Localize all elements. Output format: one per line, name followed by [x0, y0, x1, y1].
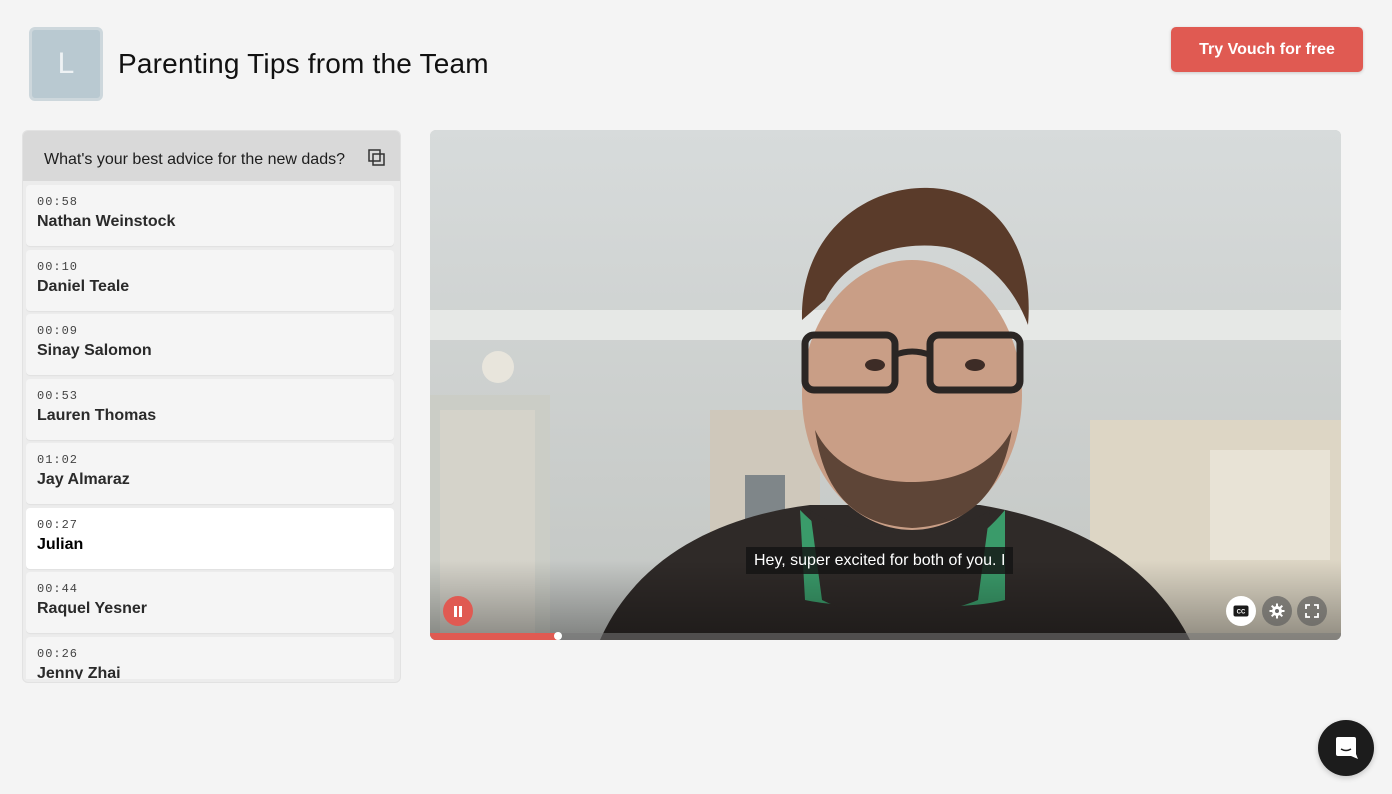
chat-icon	[1336, 737, 1358, 759]
list-item[interactable]: 00:44 Raquel Yesner	[26, 572, 394, 633]
item-name: Nathan Weinstock	[37, 213, 176, 230]
response-list-panel: What's your best advice for the new dads…	[22, 130, 401, 683]
item-duration: 00:53	[37, 388, 79, 403]
chat-launcher[interactable]	[1318, 720, 1374, 776]
subtitle-caption: Hey, super excited for both of you. I	[746, 547, 1014, 574]
list-item[interactable]: 00:53 Lauren Thomas	[26, 378, 394, 440]
settings-icon	[1269, 603, 1285, 619]
copy-icon[interactable]	[368, 149, 385, 166]
cc-icon: CC	[1233, 605, 1249, 617]
avatar: L	[29, 27, 103, 101]
list-item[interactable]: 01:02 Jay Almaraz	[26, 443, 394, 504]
question-text: What's your best advice for the new dads…	[44, 151, 345, 168]
question-header: What's your best advice for the new dads…	[23, 131, 400, 181]
item-name: Daniel Teale	[37, 277, 130, 295]
item-name: Jay Almaraz	[37, 471, 130, 488]
item-name: Julian	[37, 535, 84, 553]
pause-icon	[454, 605, 462, 617]
item-duration: 00:10	[37, 259, 79, 274]
item-name: Raquel Yesner	[37, 600, 147, 617]
progress-fill	[430, 633, 558, 640]
list-item[interactable]: 00:09 Sinay Salomon	[26, 314, 394, 375]
item-duration: 00:09	[37, 324, 79, 338]
list-item[interactable]: 00:26 Jenny Zhai	[26, 636, 394, 680]
progress-handle[interactable]	[553, 632, 562, 640]
item-name: Lauren Thomas	[37, 406, 157, 424]
item-duration: 00:44	[37, 582, 79, 596]
avatar-letter: L	[57, 47, 75, 80]
list-item-active[interactable]: 00:27 Julian	[26, 507, 394, 569]
fullscreen-button[interactable]	[1297, 596, 1327, 626]
try-vouch-button[interactable]: Try Vouch for free	[1171, 27, 1363, 72]
settings-button[interactable]	[1262, 596, 1292, 626]
item-duration: 01:02	[37, 453, 79, 467]
item-duration: 00:26	[37, 646, 79, 661]
item-duration: 00:27	[37, 517, 79, 532]
item-name: Sinay Salomon	[37, 342, 152, 359]
list-item[interactable]: 00:58 Nathan Weinstock	[26, 185, 394, 246]
response-list[interactable]: 00:58 Nathan Weinstock 00:10 Daniel Teal…	[26, 185, 394, 679]
item-duration: 00:58	[37, 195, 79, 209]
pause-button[interactable]	[443, 596, 473, 626]
fullscreen-icon	[1305, 604, 1319, 618]
list-item[interactable]: 00:10 Daniel Teale	[26, 249, 394, 311]
page-title: Parenting Tips from the Team	[118, 48, 489, 79]
progress-bar[interactable]	[430, 632, 1341, 640]
cc-label: CC	[1237, 610, 1246, 616]
captions-button[interactable]: CC	[1226, 596, 1256, 626]
item-name: Jenny Zhai	[37, 664, 121, 680]
